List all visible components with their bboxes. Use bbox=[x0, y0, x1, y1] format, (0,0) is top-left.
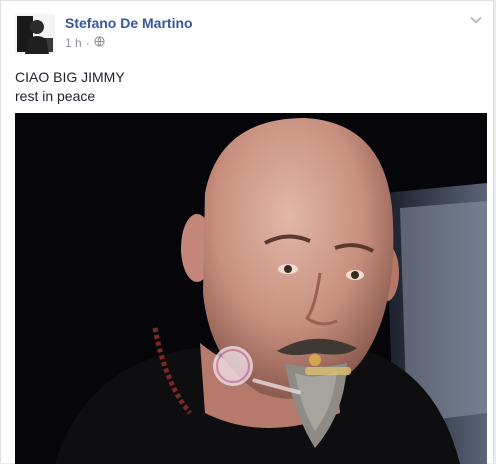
post-meta: 1 h · bbox=[65, 36, 105, 50]
post-text-line: rest in peace bbox=[15, 88, 96, 104]
post-text: CIAO BIG JIMMY rest in peace bbox=[15, 68, 125, 106]
photo-bald-bearded-man bbox=[15, 113, 487, 464]
post-card: Stefano De Martino 1 h · CIAO BIG JIMMY … bbox=[0, 0, 494, 464]
meta-separator: · bbox=[85, 36, 90, 50]
avatar-photo bbox=[15, 14, 55, 54]
post-text-line: CIAO BIG JIMMY bbox=[15, 69, 125, 85]
post-photo[interactable] bbox=[15, 113, 487, 464]
author-avatar[interactable] bbox=[15, 14, 55, 54]
author-name[interactable]: Stefano De Martino bbox=[65, 15, 193, 31]
globe-icon[interactable] bbox=[94, 36, 105, 50]
post-timestamp[interactable]: 1 h bbox=[65, 36, 82, 50]
chevron-down-icon[interactable] bbox=[469, 13, 483, 27]
